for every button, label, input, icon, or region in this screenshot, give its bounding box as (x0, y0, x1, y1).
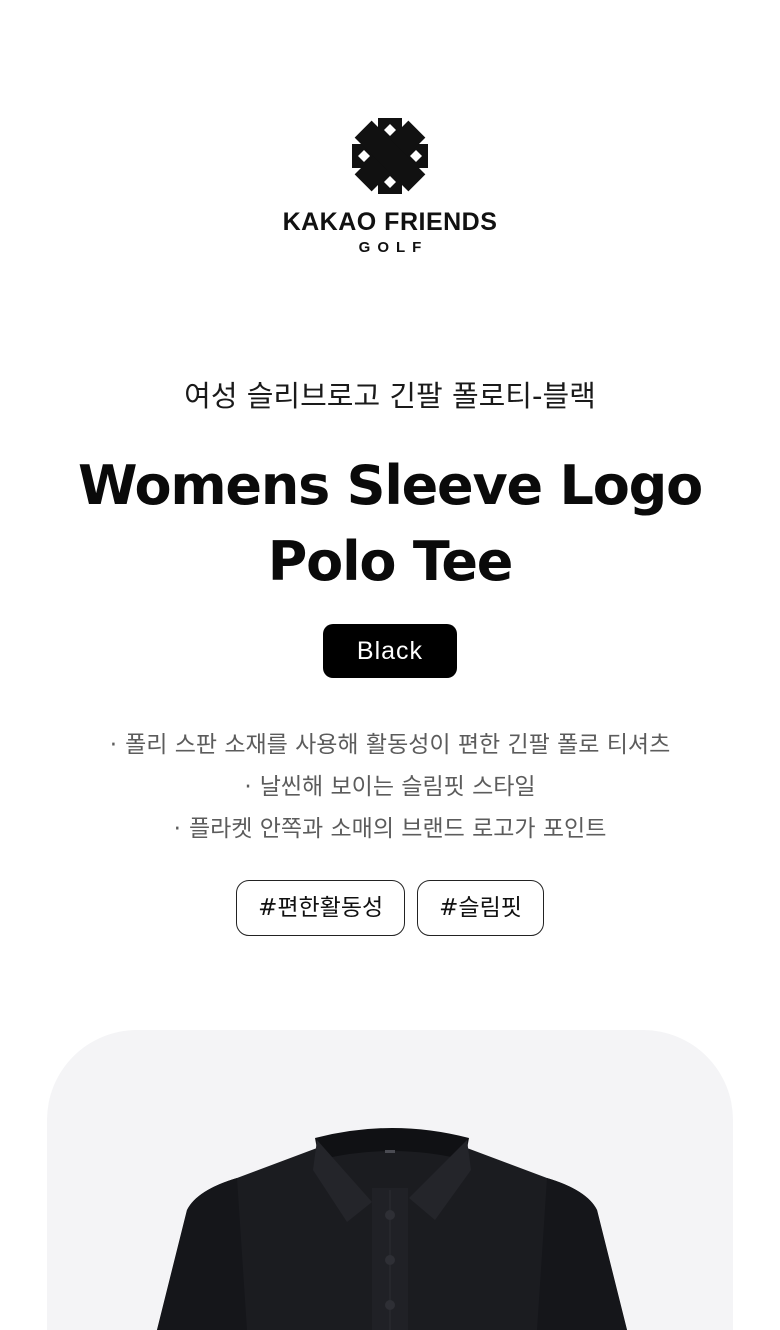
feature-list: · 폴리 스판 소재를 사용해 활동성이 편한 긴팔 폴로 티셔츠 · 날씬해 보이… (0, 724, 780, 850)
black-polo-shirt-image (157, 1128, 627, 1330)
tag-list: #편한활동성 #슬림핏 (0, 880, 780, 936)
feature-text: 플라켓 안쪽과 소매의 브랜드 로고가 포인트 (188, 816, 607, 842)
bullet: · (173, 816, 181, 842)
bullet: · (109, 732, 118, 758)
product-image-card (47, 1030, 733, 1330)
tag-slim-fit[interactable]: #슬림핏 (417, 880, 544, 936)
brand-name: KAKAO FRIENDS (282, 208, 498, 236)
color-badge: Black (323, 624, 457, 678)
brand-subtitle: GOLF (358, 239, 429, 256)
kakao-friends-x-mark-icon (352, 118, 428, 194)
brand-logo: KAKAO FRIENDS GOLF (0, 118, 780, 258)
feature-text: 날씬해 보이는 슬림핏 스타일 (259, 774, 536, 800)
feature-item: · 폴리 스판 소재를 사용해 활동성이 편한 긴팔 폴로 티셔츠 (0, 724, 780, 766)
feature-text: 폴리 스판 소재를 사용해 활동성이 편한 긴팔 폴로 티셔츠 (125, 732, 671, 758)
product-title-korean: 여성 슬리브로고 긴팔 폴로티-블랙 (184, 379, 596, 413)
product-title-english: Womens Sleeve Logo Polo Tee (0, 448, 780, 600)
feature-item: · 날씬해 보이는 슬림핏 스타일 (0, 766, 780, 808)
feature-item: · 플라켓 안쪽과 소매의 브랜드 로고가 포인트 (0, 808, 780, 850)
bullet: · (244, 774, 252, 800)
product-title-line-1: Womens Sleeve Logo (78, 454, 703, 517)
tag-comfortable-activity[interactable]: #편한활동성 (236, 880, 406, 936)
product-title-line-2: Polo Tee (267, 530, 514, 593)
